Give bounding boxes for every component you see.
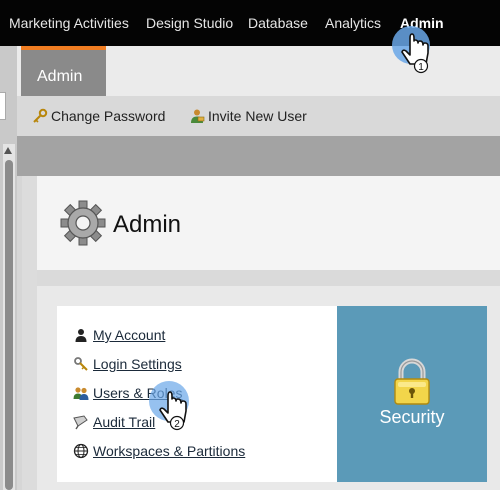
login-settings-link[interactable]: Login Settings: [93, 356, 182, 372]
change-password-label: Change Password: [51, 108, 166, 124]
person-icon: [73, 327, 89, 343]
invite-new-user-label: Invite New User: [208, 108, 307, 124]
key-icon: [33, 108, 48, 123]
tab-admin-label: Admin: [37, 68, 83, 85]
lock-icon: [394, 358, 430, 405]
list-item-audit-trail: Audit Trail: [73, 414, 155, 430]
invite-new-user-button[interactable]: Invite New User: [189, 108, 307, 124]
section-separator: [37, 270, 500, 286]
scroll-up-arrow-icon[interactable]: [4, 147, 12, 154]
my-account-link[interactable]: My Account: [93, 327, 165, 343]
callout-1: 1: [392, 26, 430, 74]
nav-database[interactable]: Database: [248, 15, 308, 31]
list-item-login-settings: Login Settings: [73, 356, 182, 372]
invite-user-icon: [191, 109, 205, 123]
left-panel-box: [0, 92, 6, 120]
key-settings-icon: [73, 356, 89, 372]
security-label: Security: [379, 407, 445, 427]
callout-2-number: 2: [174, 419, 180, 430]
nav-design-studio[interactable]: Design Studio: [146, 15, 233, 31]
nav-marketing-activities[interactable]: Marketing Activities: [9, 15, 129, 31]
workspaces-partitions-link[interactable]: Workspaces & Partitions: [93, 443, 245, 459]
security-tile[interactable]: Security: [337, 306, 487, 482]
callout-1-number: 1: [418, 62, 424, 73]
change-password-button[interactable]: Change Password: [32, 108, 165, 124]
audit-icon: [73, 414, 89, 430]
admin-header: [37, 176, 500, 270]
list-item-my-account: My Account: [73, 327, 165, 343]
gear-icon: [60, 200, 106, 246]
list-item-workspaces-partitions: Workspaces & Partitions: [73, 443, 245, 459]
callout-2: 2: [149, 381, 189, 431]
globe-icon: [73, 443, 89, 459]
tab-admin[interactable]: Admin: [21, 46, 106, 96]
users-icon: [73, 385, 89, 401]
section-band: [17, 136, 500, 176]
nav-analytics[interactable]: Analytics: [325, 15, 381, 31]
scrollbar-thumb[interactable]: [5, 160, 13, 490]
page-title: Admin: [113, 211, 182, 238]
